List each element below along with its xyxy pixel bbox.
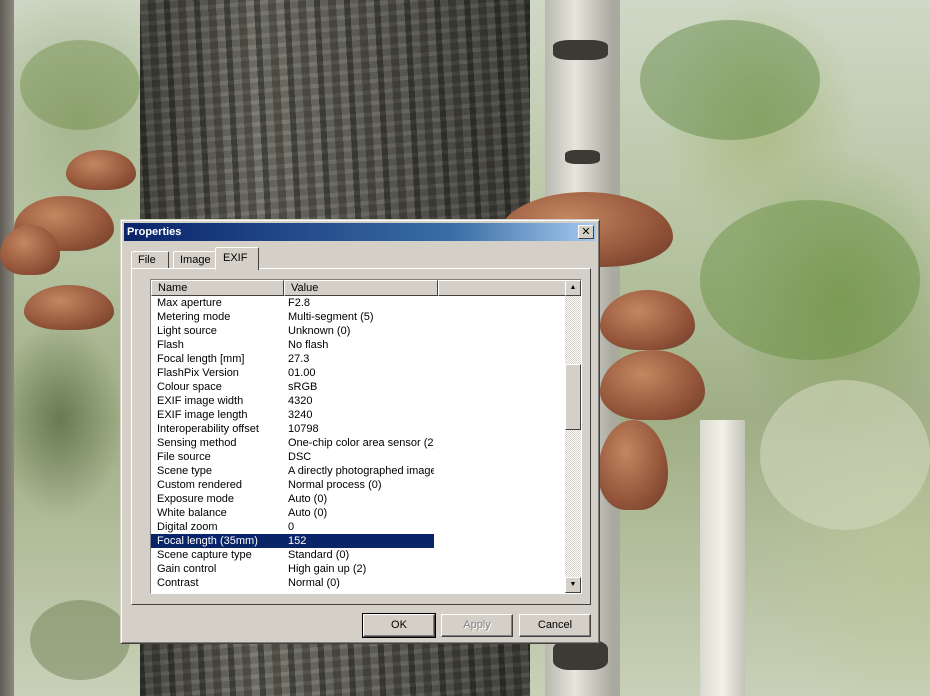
cell-value: DSC xyxy=(288,451,312,463)
cell-name: Colour space xyxy=(157,381,222,393)
tab-exif[interactable]: EXIF xyxy=(215,247,259,270)
cell-value: F2.8 xyxy=(288,297,311,309)
cell-name: Metering mode xyxy=(157,311,231,323)
close-button[interactable]: ✕ xyxy=(578,225,594,239)
cell-value: 0 xyxy=(288,521,295,533)
cell-name: EXIF image width xyxy=(157,395,244,407)
cell-value: 3240 xyxy=(288,409,313,421)
scroll-thumb[interactable] xyxy=(565,364,581,430)
cell-value: Multi-segment (5) xyxy=(288,311,374,323)
table-row[interactable]: FlashPix Version 01.00 xyxy=(151,366,567,380)
table-row[interactable]: Scene capture type Standard (0) xyxy=(151,548,567,562)
cell-name: Interoperability offset xyxy=(157,423,259,435)
cell-name: Gain control xyxy=(157,563,217,575)
cell-value: 152 xyxy=(284,534,434,548)
scroll-up-arrow-icon: ▲ xyxy=(569,284,577,291)
table-row[interactable]: Focal length [mm] 27.3 xyxy=(151,352,567,366)
cell-name: Focal length (35mm) xyxy=(151,534,284,548)
scroll-down-arrow-icon: ▼ xyxy=(569,581,577,588)
column-header-value[interactable]: Value xyxy=(284,280,438,296)
cell-name: Flash xyxy=(157,339,184,351)
table-row[interactable]: Contrast Normal (0) xyxy=(151,576,567,590)
cell-value: 01.00 xyxy=(288,367,316,379)
mushroom-left xyxy=(66,150,136,190)
close-icon: ✕ xyxy=(581,226,591,238)
cell-name: Scene type xyxy=(157,465,213,477)
scroll-down-button[interactable]: ▼ xyxy=(565,577,581,593)
tab-panel-exif: Name Value Max aperture F2.8 Metering mode… xyxy=(131,268,591,605)
cell-value: Standard (0) xyxy=(288,549,350,561)
table-row[interactable]: Colour space sRGB xyxy=(151,380,567,394)
cancel-button[interactable]: Cancel xyxy=(519,614,591,637)
cell-value: One-chip color area sensor (2) xyxy=(288,437,434,449)
column-header-empty[interactable] xyxy=(438,280,567,296)
table-row[interactable]: Digital zoom 0 xyxy=(151,520,567,534)
table-row[interactable]: Exposure mode Auto (0) xyxy=(151,492,567,506)
cell-name: Digital zoom xyxy=(157,521,218,533)
vertical-scrollbar[interactable]: ▲ ▼ xyxy=(565,280,581,593)
table-row[interactable]: Custom rendered Normal process (0) xyxy=(151,478,567,492)
cell-value: Auto (0) xyxy=(288,493,328,505)
table-row[interactable]: Metering mode Multi-segment (5) xyxy=(151,310,567,324)
list-rows: Max aperture F2.8 Metering mode Multi-segme… xyxy=(151,296,567,590)
cell-name: EXIF image length xyxy=(157,409,248,421)
cell-value: Unknown (0) xyxy=(288,325,351,337)
tab-file[interactable]: File xyxy=(131,251,169,269)
cell-name: Max aperture xyxy=(157,297,222,309)
table-row[interactable]: White balance Auto (0) xyxy=(151,506,567,520)
table-row[interactable]: Sensing method One-chip color area sensor… xyxy=(151,436,567,450)
cell-name: Contrast xyxy=(157,577,199,589)
properties-dialog: Properties ✕ File Image EXIF Name Value … xyxy=(120,219,600,644)
column-header-name[interactable]: Name xyxy=(151,280,284,296)
cell-name: Light source xyxy=(157,325,217,337)
table-row[interactable]: Focal length (35mm) 152 xyxy=(151,534,567,548)
cell-name: Focal length [mm] xyxy=(157,353,245,365)
apply-button[interactable]: Apply xyxy=(441,614,513,637)
title-bar[interactable]: Properties ✕ xyxy=(124,223,596,241)
table-row[interactable]: Interoperability offset 10798 xyxy=(151,422,567,436)
cell-value: Auto (0) xyxy=(288,507,328,519)
scroll-up-button[interactable]: ▲ xyxy=(565,280,581,296)
cell-name: Exposure mode xyxy=(157,493,235,505)
table-row[interactable]: EXIF image width 4320 xyxy=(151,394,567,408)
cell-name: White balance xyxy=(157,507,227,519)
cell-name: Scene capture type xyxy=(157,549,252,561)
ok-button[interactable]: OK xyxy=(362,613,436,638)
table-row[interactable]: Scene type A directly photographed image xyxy=(151,464,567,478)
table-row[interactable]: Light source Unknown (0) xyxy=(151,324,567,338)
exif-list[interactable]: Name Value Max aperture F2.8 Metering mode… xyxy=(150,279,582,594)
table-row[interactable]: File source DSC xyxy=(151,450,567,464)
cell-value: 27.3 xyxy=(288,353,310,365)
cell-value: Normal process (0) xyxy=(288,479,382,491)
cell-name: FlashPix Version xyxy=(157,367,239,379)
cell-value: No flash xyxy=(288,339,329,351)
cell-value: Normal (0) xyxy=(288,577,340,589)
cell-value: 4320 xyxy=(288,395,313,407)
table-row[interactable]: EXIF image length 3240 xyxy=(151,408,567,422)
cell-value: sRGB xyxy=(288,381,318,393)
cell-name: Custom rendered xyxy=(157,479,242,491)
cell-value: 10798 xyxy=(288,423,319,435)
tab-image[interactable]: Image xyxy=(173,251,216,269)
table-row[interactable]: Gain control High gain up (2) xyxy=(151,562,567,576)
table-row[interactable]: Flash No flash xyxy=(151,338,567,352)
dialog-title: Properties xyxy=(127,226,182,238)
cell-name: Sensing method xyxy=(157,437,237,449)
cell-value: A directly photographed image xyxy=(288,465,434,477)
cell-value: High gain up (2) xyxy=(288,563,367,575)
list-header: Name Value xyxy=(151,280,567,296)
cell-name: File source xyxy=(157,451,211,463)
table-row[interactable]: Max aperture F2.8 xyxy=(151,296,567,310)
